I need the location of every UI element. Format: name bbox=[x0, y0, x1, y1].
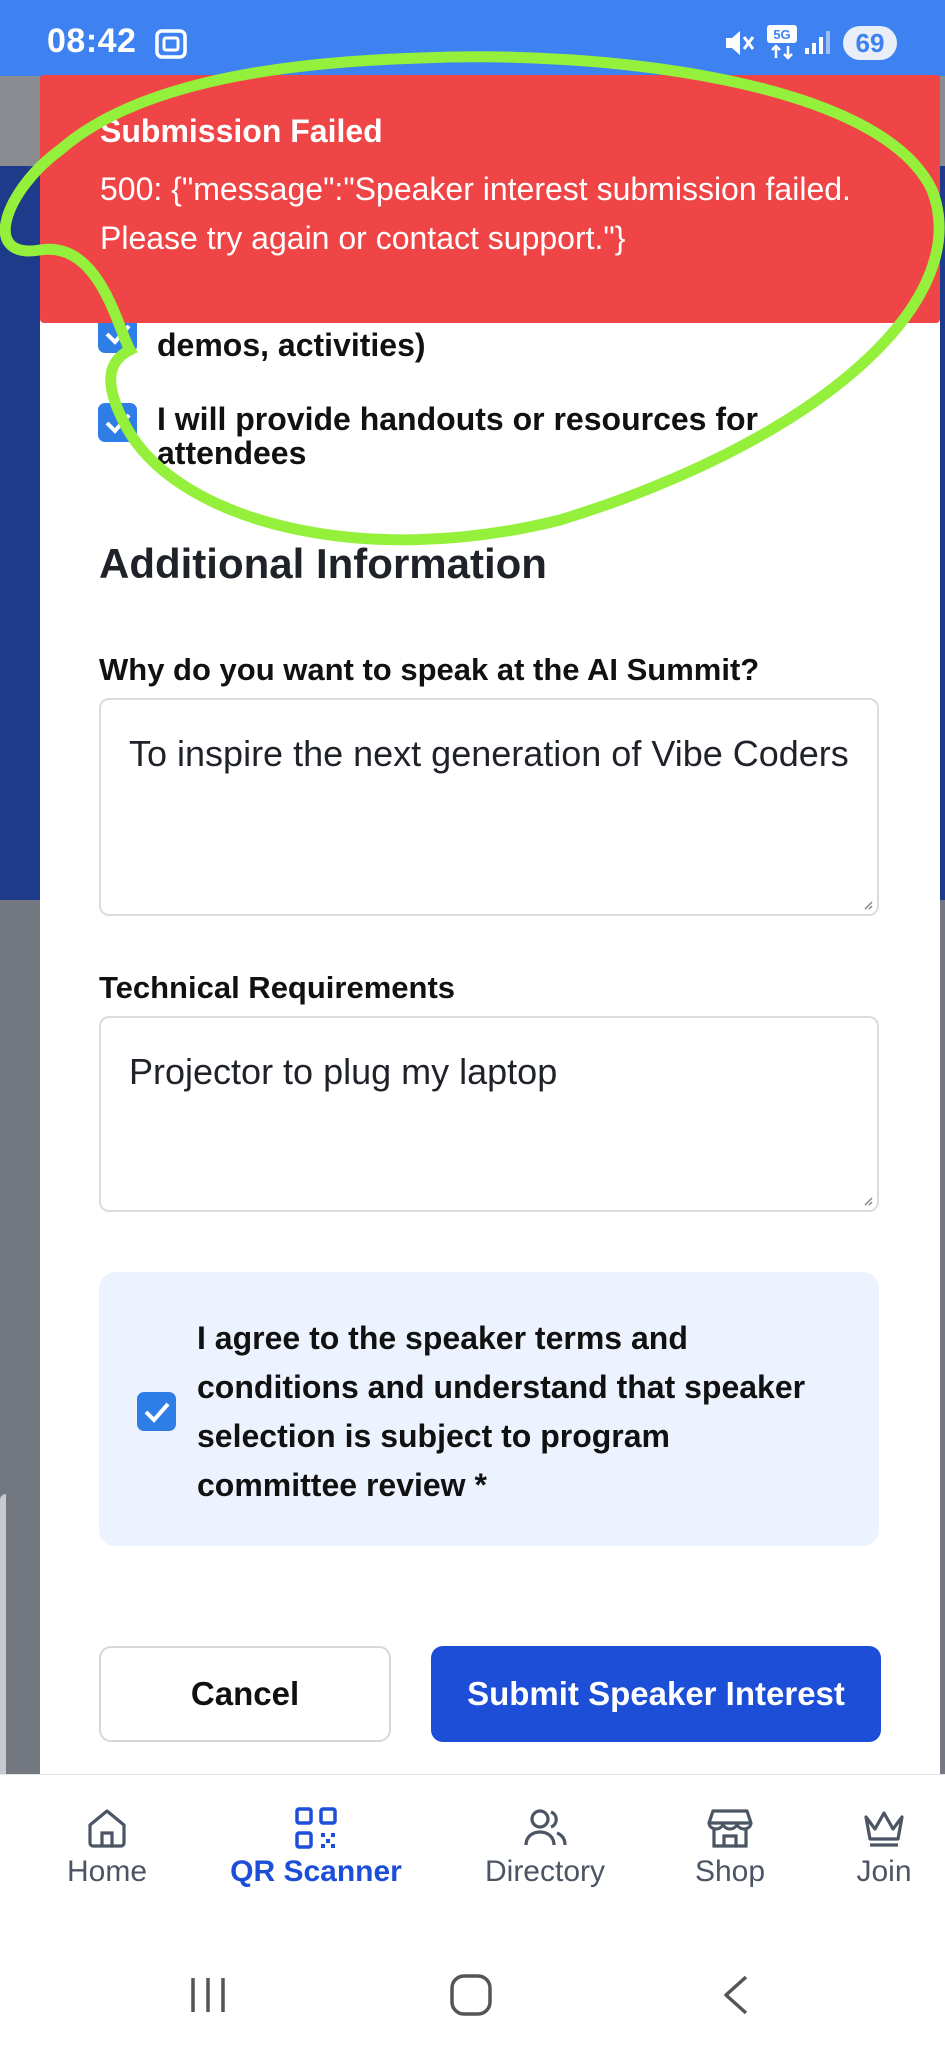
nav-label: QR Scanner bbox=[230, 1855, 402, 1888]
why-speak-textarea[interactable]: To inspire the next generation of Vibe C… bbox=[99, 698, 879, 916]
nav-qr-scanner[interactable]: QR Scanner bbox=[226, 1805, 406, 1889]
qr-code-icon bbox=[295, 1807, 337, 1849]
why-speak-value: To inspire the next generation of Vibe C… bbox=[129, 733, 849, 774]
submit-speaker-interest-button[interactable]: Submit Speaker Interest bbox=[431, 1646, 881, 1742]
bottom-navigation: Home QR Scanner Directory Shop Join bbox=[0, 1774, 945, 1925]
resize-handle-icon[interactable] bbox=[863, 1196, 873, 1206]
store-icon bbox=[707, 1809, 753, 1848]
nav-home[interactable]: Home bbox=[52, 1805, 162, 1889]
system-navigation-bar bbox=[0, 1924, 945, 2048]
cancel-button[interactable]: Cancel bbox=[99, 1646, 391, 1742]
why-speak-label: Why do you want to speak at the AI Summi… bbox=[99, 652, 760, 687]
nav-label: Directory bbox=[484, 1855, 605, 1888]
terms-agreement-box: I agree to the speaker terms and conditi… bbox=[99, 1272, 879, 1546]
terms-label: I agree to the speaker terms and conditi… bbox=[197, 1320, 806, 1503]
nav-directory[interactable]: Directory bbox=[480, 1805, 610, 1889]
background-panel-lower bbox=[0, 900, 40, 1774]
tech-requirements-textarea[interactable]: Projector to plug my laptop bbox=[99, 1016, 879, 1212]
nav-join[interactable]: Join bbox=[846, 1805, 922, 1889]
tech-requirements-value: Projector to plug my laptop bbox=[129, 1051, 558, 1092]
annotation-circle bbox=[0, 51, 945, 546]
crown-icon bbox=[864, 1811, 904, 1847]
home-icon bbox=[88, 1809, 126, 1848]
users-icon bbox=[524, 1809, 567, 1846]
nav-label: Join bbox=[856, 1855, 912, 1888]
terms-checkbox[interactable] bbox=[137, 1392, 176, 1431]
home-button-icon[interactable] bbox=[449, 1973, 493, 2017]
resize-handle-icon[interactable] bbox=[863, 900, 873, 910]
nav-label: Shop bbox=[694, 1855, 766, 1888]
recents-icon[interactable] bbox=[188, 1976, 228, 2014]
tech-requirements-label: Technical Requirements bbox=[99, 970, 456, 1005]
back-icon[interactable] bbox=[720, 1974, 750, 2016]
nav-shop[interactable]: Shop bbox=[688, 1805, 772, 1889]
nav-label: Home bbox=[66, 1855, 148, 1888]
